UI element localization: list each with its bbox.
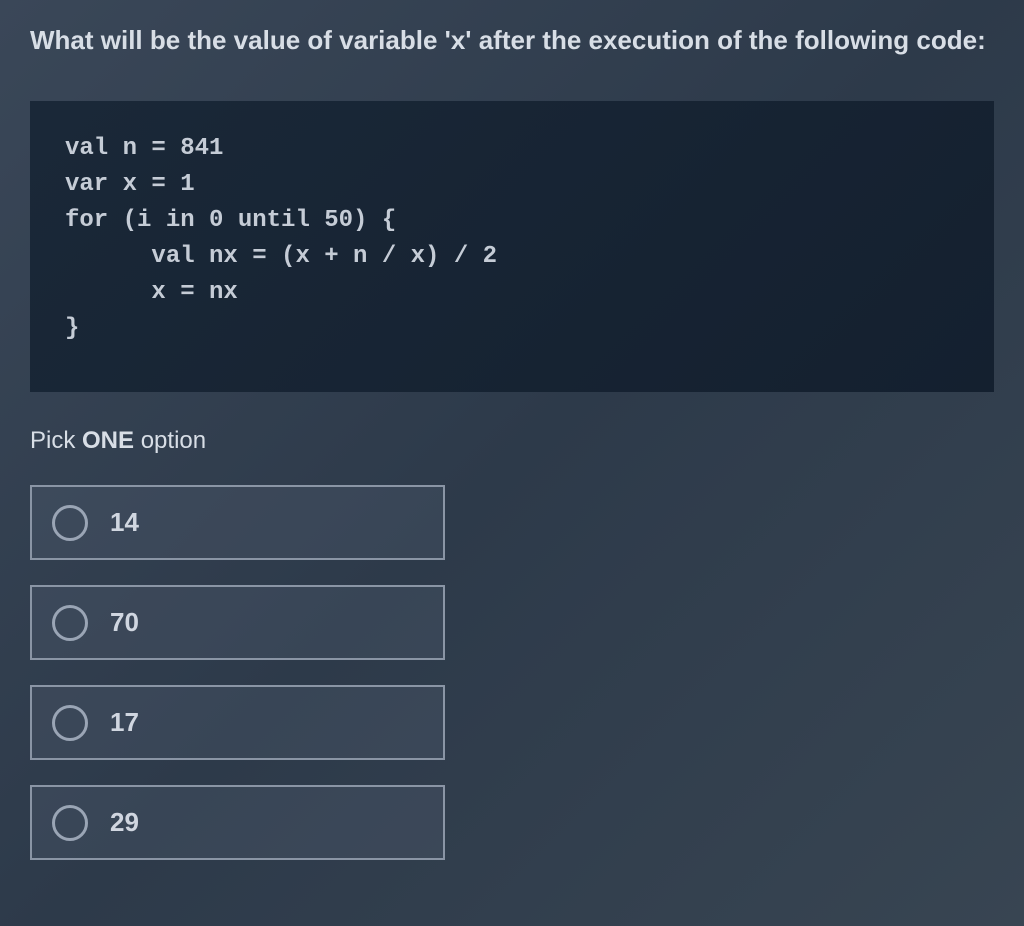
prompt-suffix: option xyxy=(134,427,206,454)
prompt-prefix: Pick xyxy=(30,427,82,454)
radio-icon xyxy=(52,805,88,841)
code-block: val n = 841 var x = 1 for (i in 0 until … xyxy=(30,101,994,392)
radio-icon xyxy=(52,705,88,741)
option-label: 14 xyxy=(110,507,139,538)
option-70[interactable]: 70 xyxy=(30,585,445,660)
option-label: 29 xyxy=(110,807,139,838)
option-label: 70 xyxy=(110,607,139,638)
option-29[interactable]: 29 xyxy=(30,785,445,860)
options-container: 14 70 17 29 xyxy=(30,485,994,860)
option-17[interactable]: 17 xyxy=(30,685,445,760)
option-label: 17 xyxy=(110,707,139,738)
radio-icon xyxy=(52,505,88,541)
option-14[interactable]: 14 xyxy=(30,485,445,560)
question-title: What will be the value of variable 'x' a… xyxy=(30,25,994,56)
prompt-bold: ONE xyxy=(82,427,134,454)
radio-icon xyxy=(52,605,88,641)
prompt-text: Pick ONE option xyxy=(30,427,994,455)
